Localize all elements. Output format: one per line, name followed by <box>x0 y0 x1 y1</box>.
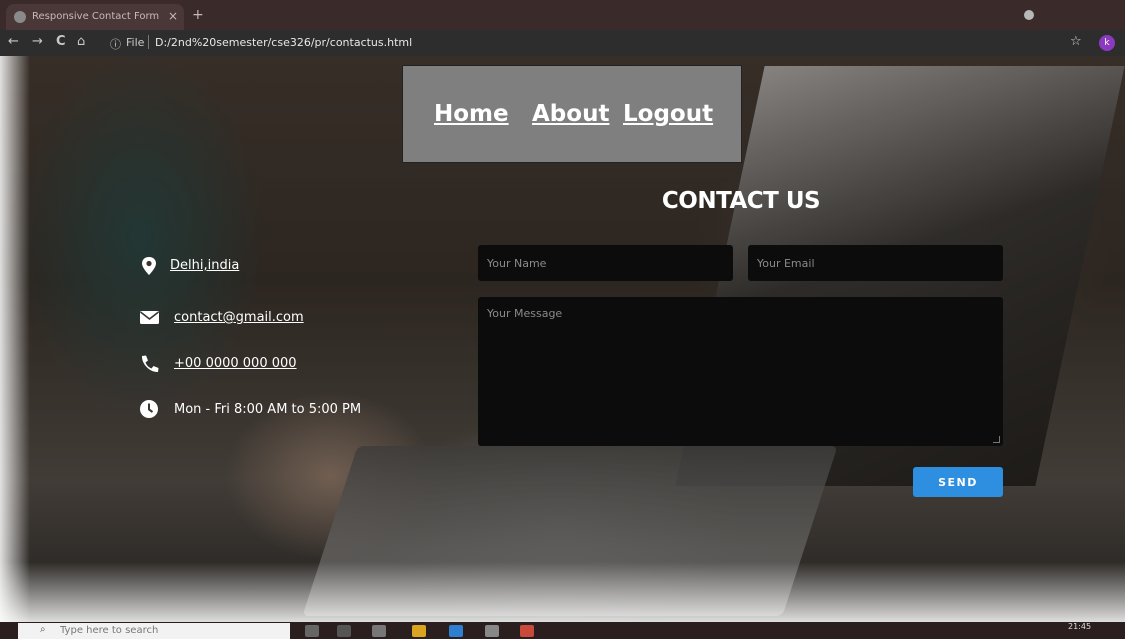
url-scheme: File <box>126 36 145 49</box>
reload-button[interactable]: C <box>56 34 66 49</box>
resize-handle-icon[interactable] <box>993 436 1000 443</box>
map-pin-icon <box>142 257 156 275</box>
nav-about-link[interactable]: About <box>532 101 609 127</box>
info-icon[interactable]: ⓘ <box>110 36 121 52</box>
os-taskbar: ⌕ Type here to search 21:45 <box>0 622 1125 639</box>
profile-avatar[interactable]: k <box>1099 35 1115 51</box>
chrome-icon[interactable] <box>520 625 534 637</box>
back-button[interactable]: ← <box>8 34 19 49</box>
envelope-icon <box>140 311 159 324</box>
edge-fade-bottom <box>0 562 1125 622</box>
taskbar-search[interactable]: ⌕ Type here to search <box>18 623 290 639</box>
name-field[interactable] <box>478 245 733 281</box>
file-explorer-icon[interactable] <box>412 625 426 637</box>
edge-fade-left <box>0 56 30 622</box>
address-bar[interactable]: ⓘ File D:/2nd%20semester/cse326/pr/conta… <box>100 33 1060 53</box>
main-nav: Home About Logout <box>402 65 742 163</box>
nav-home-link[interactable]: Home <box>434 101 509 127</box>
page-viewport: Home About Logout CONTACT US Delhi,india… <box>0 56 1125 622</box>
send-button[interactable]: SEND <box>913 467 1003 497</box>
nav-logout-link[interactable]: Logout <box>623 101 713 127</box>
message-textarea[interactable] <box>478 297 1003 446</box>
new-tab-button[interactable]: + <box>192 7 204 23</box>
tab-title: Responsive Contact Form <box>32 11 160 22</box>
taskbar-search-placeholder: Type here to search <box>60 625 159 636</box>
browser-tab-bar: Responsive Contact Form × + <box>0 0 1125 30</box>
clock-icon <box>140 400 158 418</box>
browser-toolbar: ← → C ⌂ ⓘ File D:/2nd%20semester/cse326/… <box>0 30 1125 56</box>
window-control-icon[interactable] <box>1024 10 1034 20</box>
browser-tab[interactable]: Responsive Contact Form × <box>6 4 184 30</box>
business-hours: Mon - Fri 8:00 AM to 5:00 PM <box>174 402 362 417</box>
bookmark-star-icon[interactable]: ☆ <box>1070 34 1082 49</box>
email-link[interactable]: contact@gmail.com <box>174 310 304 325</box>
app-icon[interactable] <box>337 625 351 637</box>
address-separator <box>148 35 149 49</box>
phone-icon <box>141 355 159 373</box>
message-field[interactable] <box>478 297 1003 446</box>
email-field[interactable] <box>748 245 1003 281</box>
favicon-icon <box>14 11 26 23</box>
forward-button[interactable]: → <box>32 34 43 49</box>
store-icon[interactable] <box>372 625 386 637</box>
phone-link[interactable]: +00 0000 000 000 <box>174 356 297 371</box>
taskbar-clock[interactable]: 21:45 <box>1068 622 1091 631</box>
search-icon: ⌕ <box>40 624 46 635</box>
page-title: CONTACT US <box>661 188 821 214</box>
bag-icon[interactable] <box>485 625 499 637</box>
task-view-icon[interactable] <box>305 625 319 637</box>
location-link[interactable]: Delhi,india <box>170 258 239 273</box>
browser-icon[interactable] <box>449 625 463 637</box>
close-tab-icon[interactable]: × <box>168 9 178 23</box>
home-button[interactable]: ⌂ <box>77 34 85 49</box>
url-text[interactable]: D:/2nd%20semester/cse326/pr/contactus.ht… <box>155 36 412 49</box>
email-input[interactable] <box>748 245 1003 281</box>
name-input[interactable] <box>478 245 733 281</box>
